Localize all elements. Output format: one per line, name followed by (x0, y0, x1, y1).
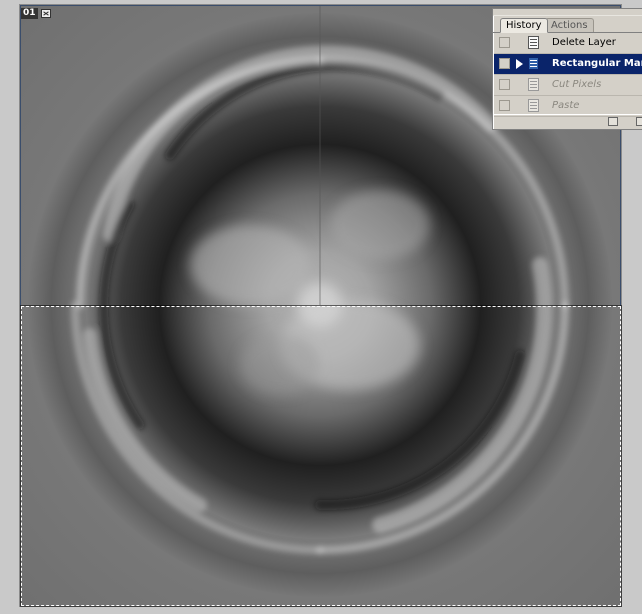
document-indicator: 01 (21, 7, 51, 19)
history-state-cut-pixels[interactable]: Cut Pixels (494, 75, 642, 96)
tab-actions[interactable]: Actions (545, 18, 594, 32)
history-brush-source-box[interactable] (499, 79, 510, 90)
history-state-label: Delete Layer (552, 37, 616, 48)
history-state-icon (528, 99, 539, 112)
history-list: Delete Layer Rectangular Marque Cut Pixe… (494, 33, 642, 117)
history-state-label: Rectangular Marque (552, 58, 642, 69)
document-window-icon[interactable] (40, 8, 51, 18)
panel-titlebar[interactable] (493, 9, 642, 16)
panel-tabs: History Actions (493, 16, 642, 33)
history-state-delete-layer[interactable]: Delete Layer (494, 33, 642, 54)
history-state-icon (528, 57, 539, 70)
panel-footer (493, 114, 642, 129)
new-snapshot-icon[interactable] (636, 117, 642, 126)
history-brush-source-box[interactable] (499, 37, 510, 48)
tab-history[interactable]: History (500, 18, 548, 33)
history-state-icon (528, 36, 539, 49)
create-new-document-icon[interactable] (608, 117, 618, 126)
history-brush-source-box[interactable] (499, 100, 510, 111)
history-state-rectangular-marquee[interactable]: Rectangular Marque (494, 54, 642, 75)
history-brush-source-box[interactable] (499, 58, 510, 69)
history-state-label: Paste (552, 100, 580, 111)
document-indicator-label: 01 (21, 7, 38, 19)
history-panel: History Actions Delete Layer Rectangular… (492, 8, 642, 130)
history-state-icon (528, 78, 539, 91)
current-state-arrow-icon (516, 59, 523, 69)
history-state-label: Cut Pixels (552, 79, 602, 90)
workspace: 01 History Actions Delete Layer Rectangu… (0, 0, 642, 614)
